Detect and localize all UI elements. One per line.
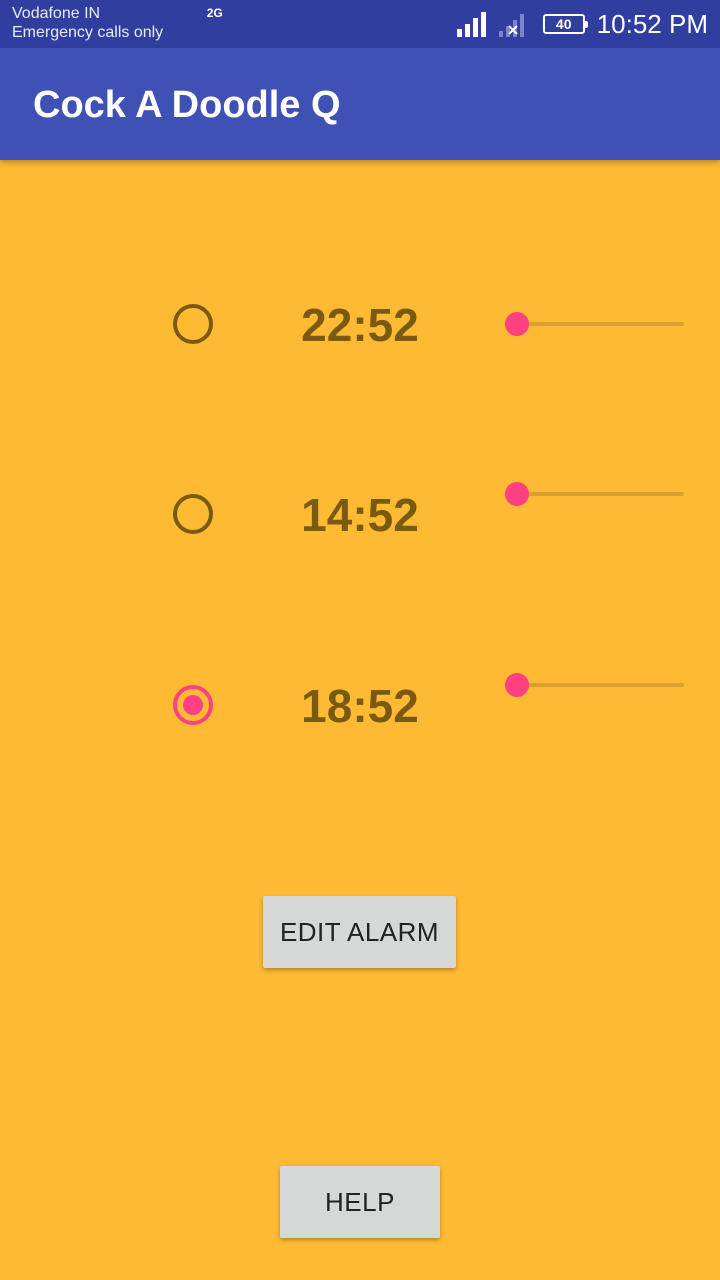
app-title: Cock A Doodle Q: [33, 84, 341, 126]
alarm-radio-button[interactable]: [173, 685, 213, 725]
battery-level: 40: [555, 16, 572, 32]
alarm-row: 18:52: [0, 673, 720, 735]
slider-track: [517, 683, 684, 687]
signal-icon: [456, 12, 486, 37]
status-clock: 10:52 PM: [596, 8, 708, 39]
status-bar: Vodafone IN Emergency calls only 2G 40 1…: [0, 0, 720, 48]
alarm-time[interactable]: 14:52: [280, 488, 440, 542]
alarm-time[interactable]: 18:52: [280, 679, 440, 733]
alarm-slider[interactable]: [505, 312, 685, 336]
alarm-radio-button[interactable]: [173, 494, 213, 534]
status-icons: 2G 40 10:52 PM: [207, 0, 708, 48]
edit-alarm-button[interactable]: EDIT ALARM: [263, 896, 456, 968]
help-button[interactable]: HELP: [280, 1166, 440, 1238]
slider-thumb[interactable]: [505, 312, 529, 336]
battery-icon: 40: [542, 14, 588, 34]
carrier-name: Vodafone IN: [12, 5, 101, 22]
no-signal-icon: [498, 14, 524, 37]
slider-track: [517, 492, 684, 496]
app-bar: Cock A Doodle Q: [0, 48, 720, 160]
network-type: 2G: [206, 6, 223, 20]
carrier-status: Emergency calls only: [12, 24, 164, 41]
alarm-slider[interactable]: [505, 673, 685, 697]
carrier-info: Vodafone IN Emergency calls only: [12, 4, 163, 42]
alarm-slider[interactable]: [505, 482, 685, 506]
slider-thumb[interactable]: [505, 482, 529, 506]
alarm-time[interactable]: 22:52: [280, 298, 440, 352]
slider-thumb[interactable]: [505, 673, 529, 697]
slider-track: [517, 322, 684, 326]
alarm-row: 14:52: [0, 482, 720, 544]
alarm-row: 22:52: [0, 294, 720, 354]
alarm-radio-button[interactable]: [173, 304, 213, 344]
